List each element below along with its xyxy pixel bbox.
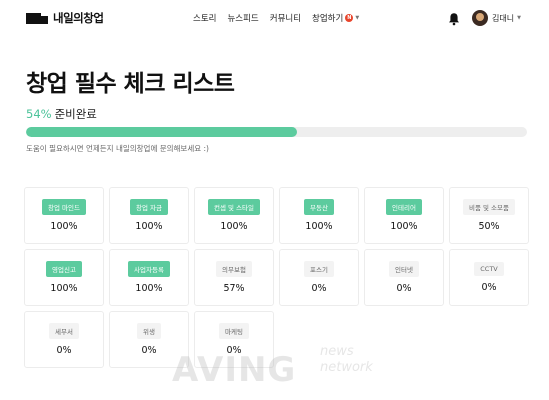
chevron-down-icon: ▼ xyxy=(355,15,360,21)
checklist-percent: 0% xyxy=(311,283,327,294)
checklist-card[interactable]: 비품 및 소모품 50% xyxy=(449,187,529,244)
checklist-percent: 100% xyxy=(135,221,163,232)
checklist-card[interactable]: 창업 마인드 100% xyxy=(24,187,104,244)
nav-item-startup[interactable]: 창업하기 N ▼ xyxy=(312,12,359,24)
checklist-card[interactable]: 영업신고 100% xyxy=(24,249,104,306)
checklist-card[interactable]: 인터넷 0% xyxy=(364,249,444,306)
progress-bar-fill xyxy=(26,127,297,137)
checklist-card[interactable]: 세무서 0% xyxy=(24,311,104,368)
checklist-card[interactable]: 포스기 0% xyxy=(279,249,359,306)
checklist-card[interactable]: 부동산 100% xyxy=(279,187,359,244)
checklist-tag: 세무서 xyxy=(49,323,79,339)
user-menu[interactable]: 김대니 ▼ xyxy=(472,10,521,26)
checklist-tag: 위생 xyxy=(137,323,161,339)
main-nav: 스토리 뉴스피드 커뮤니티 창업하기 N ▼ xyxy=(193,12,359,24)
checklist-percent: 0% xyxy=(56,345,72,356)
progress-bar xyxy=(26,127,527,137)
user-name: 김대니 xyxy=(492,13,515,23)
checklist-card[interactable]: 컨셉 및 스타일 100% xyxy=(194,187,274,244)
nav-item-newsfeed[interactable]: 뉴스피드 xyxy=(227,12,258,24)
checklist-tag: 창업 자금 xyxy=(130,199,168,215)
checklist-percent: 100% xyxy=(390,221,418,232)
checklist-tag: 마케팅 xyxy=(219,323,249,339)
logo-mark-icon xyxy=(26,12,48,24)
checklist-percent: 100% xyxy=(305,221,333,232)
checklist-tag: 부동산 xyxy=(304,199,334,215)
nav-label: 창업하기 xyxy=(312,14,344,24)
checklist-percent: 100% xyxy=(220,221,248,232)
checklist-tag: 포스기 xyxy=(304,261,334,277)
nav-label: 스토리 xyxy=(193,14,217,24)
nav-label: 뉴스피드 xyxy=(227,14,259,24)
progress-percent: 54% xyxy=(26,107,52,121)
checklist-card[interactable]: 의무보험 57% xyxy=(194,249,274,306)
checklist-percent: 0% xyxy=(481,282,497,293)
checklist-tag: 창업 마인드 xyxy=(42,199,86,215)
checklist-card[interactable]: 창업 자금 100% xyxy=(109,187,189,244)
nav-item-story[interactable]: 스토리 xyxy=(193,12,216,24)
checklist-card[interactable]: 인테리어 100% xyxy=(364,187,444,244)
logo[interactable]: 내일의창업 xyxy=(26,10,104,26)
checklist-percent: 100% xyxy=(135,283,163,294)
checklist-percent: 0% xyxy=(396,283,412,294)
checklist-tag: 영업신고 xyxy=(46,261,82,277)
new-badge: N xyxy=(345,14,354,22)
checklist-tag: 인터넷 xyxy=(389,261,419,277)
top-header: 내일의창업 스토리 뉴스피드 커뮤니티 창업하기 N ▼ 김대니 ▼ xyxy=(0,0,549,38)
watermark-sub: network xyxy=(320,360,373,375)
checklist-tag: CCTV xyxy=(474,262,504,276)
chevron-down-icon: ▼ xyxy=(517,15,521,21)
logo-text: 내일의창업 xyxy=(53,11,104,25)
progress-summary: 54% 준비완료 xyxy=(26,106,97,122)
checklist-tag: 인테리어 xyxy=(386,199,422,215)
checklist-card[interactable]: CCTV 0% xyxy=(449,249,529,306)
watermark-sub: news xyxy=(320,344,354,359)
watermark-logo: AVING news network xyxy=(172,340,412,390)
watermark-main: AVING xyxy=(172,350,297,390)
checklist-percent: 0% xyxy=(141,345,157,356)
checklist-card[interactable]: 사업자등록 100% xyxy=(109,249,189,306)
checklist-percent: 100% xyxy=(50,221,78,232)
checklist-tag: 비품 및 소모품 xyxy=(462,199,515,215)
nav-label: 커뮤니티 xyxy=(269,14,302,24)
checklist-percent: 57% xyxy=(223,283,245,294)
checklist-tag: 컨셉 및 스타일 xyxy=(207,199,260,215)
checklist-percent: 50% xyxy=(478,221,500,232)
checklist-tag: 의무보험 xyxy=(216,261,252,277)
checklist-tag: 사업자등록 xyxy=(128,261,170,277)
bell-icon[interactable] xyxy=(448,11,460,26)
checklist-percent: 100% xyxy=(50,283,78,294)
page-title: 창업 필수 체크 리스트 xyxy=(26,71,235,97)
nav-item-community[interactable]: 커뮤니티 xyxy=(270,12,301,24)
avatar xyxy=(472,10,488,26)
progress-label: 준비완료 xyxy=(54,107,97,121)
help-text: 도움이 필요하시면 언제든지 내일의창업에 문의해보세요 :) xyxy=(26,144,209,153)
